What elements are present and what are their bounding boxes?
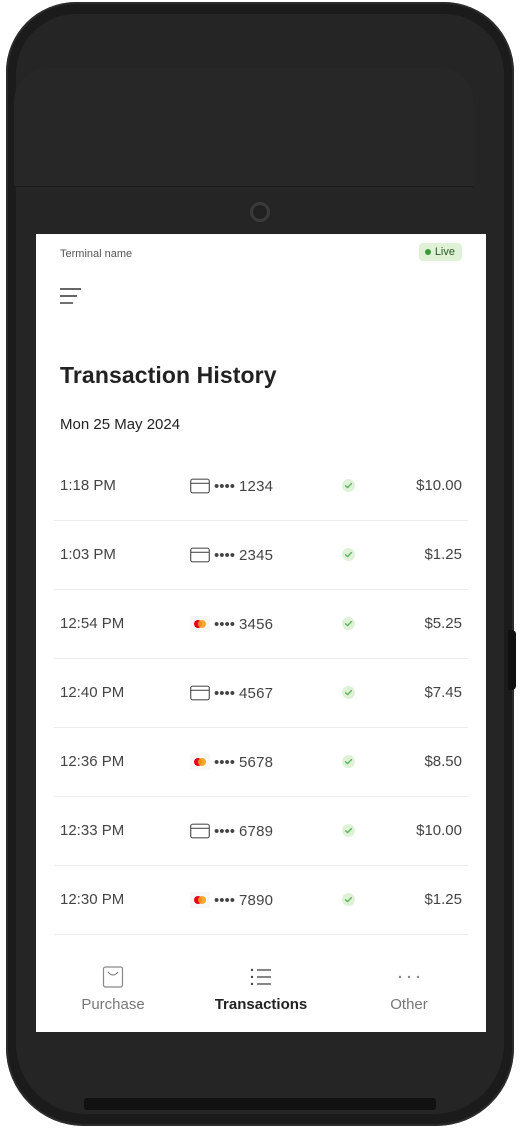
transaction-list: 1:18 PM •••• 1234 $10.00 1:03 PM •••• 2345 $1.2… — [54, 452, 468, 935]
mastercard-icon — [190, 892, 210, 908]
credit-card-icon — [190, 823, 210, 839]
transaction-card: •••• 5678 — [190, 728, 273, 796]
shopping-bag-icon — [102, 966, 124, 988]
transaction-row[interactable]: 12:54 PM •••• 3456 $5.25 — [54, 590, 468, 659]
mastercard-icon — [190, 616, 210, 632]
transaction-row[interactable]: 12:30 PM •••• 7890 $1.25 — [54, 866, 468, 935]
transaction-amount: $1.25 — [424, 546, 462, 563]
check-icon — [342, 686, 355, 699]
transaction-amount: $8.50 — [424, 753, 462, 770]
transaction-amount: $1.25 — [424, 891, 462, 908]
transaction-amount: $10.00 — [416, 477, 462, 494]
transaction-row[interactable]: 1:18 PM •••• 1234 $10.00 — [54, 452, 468, 521]
transaction-row[interactable]: 12:36 PM •••• 5678 $8.50 — [54, 728, 468, 797]
card-mask-dots: •••• — [214, 477, 236, 495]
transaction-time: 12:30 PM — [60, 891, 125, 908]
side-button[interactable] — [508, 630, 516, 690]
device-top-plate — [14, 68, 474, 187]
transaction-card: •••• 1234 — [190, 452, 273, 520]
app-screen: Terminal name Live Transaction History M… — [36, 234, 486, 1032]
card-mask-dots: •••• — [214, 546, 236, 564]
transaction-card: •••• 3456 — [190, 590, 273, 658]
card-last-four: 4567 — [239, 684, 274, 702]
transaction-card: •••• 2345 — [190, 521, 273, 589]
check-icon — [342, 755, 355, 768]
transaction-card: •••• 6789 — [190, 797, 273, 865]
card-last-four: 2345 — [239, 546, 274, 564]
transaction-row[interactable]: 12:40 PM •••• 4567 $7.45 — [54, 659, 468, 728]
nav-purchase[interactable]: Purchase — [48, 964, 178, 1013]
terminal-name: Terminal name — [60, 248, 133, 260]
card-mask-dots: •••• — [214, 822, 236, 840]
check-icon — [342, 617, 355, 630]
credit-card-icon — [190, 685, 210, 701]
card-last-four: 6789 — [239, 822, 274, 840]
transaction-time: 1:18 PM — [60, 477, 116, 494]
card-mask-dots: •••• — [214, 684, 236, 702]
bottom-nav: Purchase Transactions Other — [36, 942, 486, 1032]
nav-transactions[interactable]: Transactions — [196, 964, 326, 1013]
transaction-time: 12:33 PM — [60, 822, 125, 839]
status-badge-label: Live — [434, 246, 455, 258]
page-title: Transaction History — [60, 362, 277, 388]
nav-transactions-label: Transactions — [214, 996, 308, 1013]
live-dot-icon — [424, 249, 431, 255]
transaction-time: 12:36 PM — [60, 753, 125, 770]
card-mask-dots: •••• — [214, 891, 236, 909]
card-last-four: 1234 — [239, 477, 274, 495]
nav-other[interactable]: Other — [344, 964, 474, 1013]
check-icon — [342, 824, 355, 837]
transaction-amount: $7.45 — [424, 684, 462, 701]
transaction-amount: $5.25 — [424, 615, 462, 632]
transaction-time: 12:40 PM — [60, 684, 125, 701]
card-last-four: 5678 — [239, 753, 274, 771]
transaction-time: 1:03 PM — [60, 546, 116, 563]
more-dots-icon — [398, 975, 420, 979]
date-label: Mon 25 May 2024 — [60, 416, 181, 433]
credit-card-icon — [190, 547, 210, 563]
card-last-four: 3456 — [239, 615, 274, 633]
check-icon — [342, 479, 355, 492]
list-icon — [250, 968, 271, 986]
transaction-card: •••• 7890 — [190, 866, 273, 934]
status-badge: Live — [418, 243, 462, 261]
credit-card-icon — [190, 478, 210, 494]
card-slot — [84, 1098, 436, 1110]
transaction-amount: $10.00 — [416, 822, 462, 839]
transaction-row[interactable]: 12:33 PM •••• 6789 $10.00 — [54, 797, 468, 866]
card-mask-dots: •••• — [214, 753, 236, 771]
camera-icon — [250, 202, 270, 222]
card-mask-dots: •••• — [214, 615, 236, 633]
transaction-row[interactable]: 1:03 PM •••• 2345 $1.25 — [54, 521, 468, 590]
menu-icon[interactable] — [60, 286, 82, 306]
card-last-four: 7890 — [239, 891, 274, 909]
transaction-time: 12:54 PM — [60, 615, 125, 632]
check-icon — [342, 893, 355, 906]
nav-other-label: Other — [390, 996, 428, 1013]
transaction-card: •••• 4567 — [190, 659, 273, 727]
mastercard-icon — [190, 754, 210, 770]
check-icon — [342, 548, 355, 561]
nav-purchase-label: Purchase — [81, 996, 145, 1013]
